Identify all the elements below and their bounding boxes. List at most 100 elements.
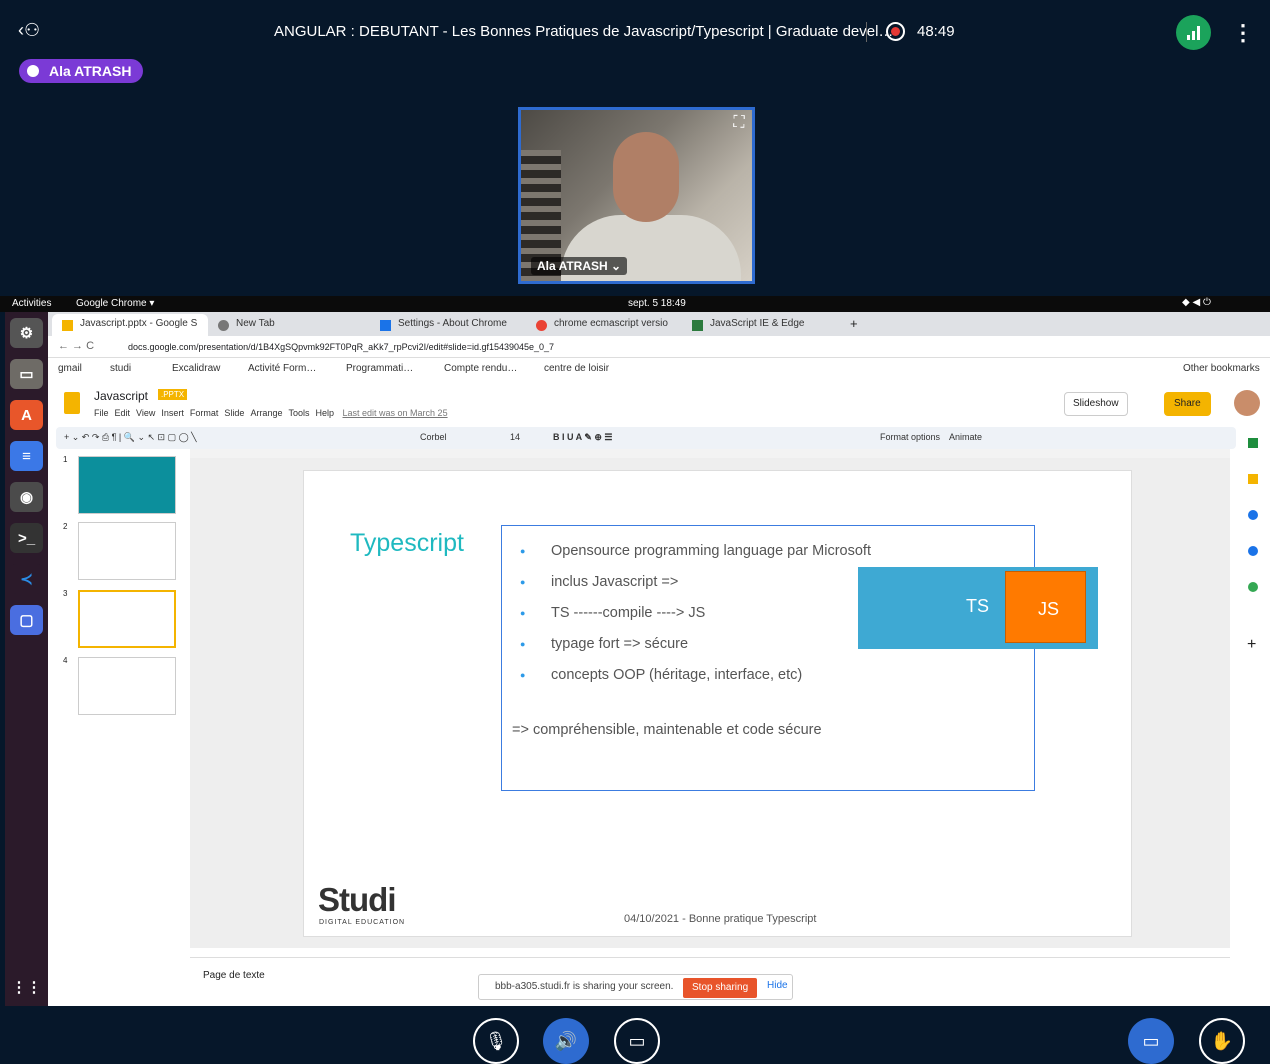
software-icon[interactable]: A: [10, 400, 43, 430]
raise-hand-button[interactable]: ✋: [1199, 1018, 1245, 1064]
contacts-icon[interactable]: [1248, 546, 1258, 556]
bookmark-activite[interactable]: Activité Form…: [248, 363, 316, 374]
mute-mic-button[interactable]: 🎙: [473, 1018, 519, 1064]
connection-status-icon[interactable]: [1176, 15, 1211, 50]
hide-button[interactable]: Hide: [767, 980, 788, 991]
menu-help[interactable]: Help: [315, 408, 334, 418]
bullet-textbox[interactable]: Opensource programming language par Micr…: [501, 525, 1035, 791]
thumb-number: 1: [63, 455, 68, 464]
keep-icon[interactable]: [1248, 474, 1258, 484]
settings-icon[interactable]: ⚙: [10, 318, 43, 348]
studi-tagline: DIGITAL EDUCATION: [319, 919, 406, 926]
divider: [866, 22, 867, 42]
doc-title[interactable]: Javascript: [94, 389, 148, 403]
system-tray-icon[interactable]: ◆ ◀ ⏻: [1182, 297, 1211, 308]
vscode-icon[interactable]: ≺: [10, 564, 43, 594]
recording-icon[interactable]: [886, 22, 905, 41]
new-tab-icon[interactable]: +: [850, 316, 858, 331]
studi-logo: Studi: [318, 881, 396, 918]
slides-logo-icon[interactable]: [64, 392, 80, 414]
maps-icon[interactable]: [1248, 582, 1258, 592]
ts-diagram[interactable]: TS JS: [858, 567, 1098, 649]
docs-icon[interactable]: ≡: [10, 441, 43, 471]
slide-title[interactable]: Typescript: [350, 529, 464, 558]
tab-new[interactable]: New Tab: [208, 314, 370, 336]
js-label: JS: [1038, 599, 1060, 619]
menu-tools[interactable]: Tools: [288, 408, 309, 418]
ubuntu-top-bar: Activities Google Chrome ▾ sept. 5 18:49…: [0, 296, 1270, 312]
chrome-icon[interactable]: ◉: [10, 482, 43, 512]
screenshot-icon[interactable]: ▢: [10, 605, 43, 635]
slide-thumbnails: 1 2 3 4: [48, 452, 190, 977]
url-field[interactable]: docs.google.com/presentation/d/1B4XgSQpv…: [128, 342, 554, 352]
menu-format[interactable]: Format: [190, 408, 219, 418]
tab-js-edge[interactable]: JavaScript IE & Edge: [682, 314, 838, 336]
current-slide[interactable]: Typescript Opensource programming langua…: [303, 470, 1132, 937]
tab-strip: Javascript.pptx - Google S New Tab Setti…: [48, 312, 1270, 336]
bookmark-studi[interactable]: studi: [110, 363, 131, 374]
last-edit-link[interactable]: Last edit was on March 25: [343, 408, 448, 418]
pptx-badge: .PPTX: [158, 389, 188, 400]
tab-settings[interactable]: Settings - About Chrome: [370, 314, 526, 336]
stop-sharing-button[interactable]: Stop sharing: [683, 978, 758, 998]
bookmark-centre-loisir[interactable]: centre de loisir: [544, 363, 609, 374]
person-head: [613, 132, 679, 222]
files-icon[interactable]: ▭: [10, 359, 43, 389]
terminal-icon[interactable]: >_: [10, 523, 43, 553]
js-box[interactable]: JS: [1005, 571, 1086, 643]
app-grid-icon[interactable]: ⋮⋮: [10, 972, 43, 1002]
clock[interactable]: sept. 5 18:49: [628, 298, 686, 309]
mic-icon: [27, 65, 39, 77]
menu-file[interactable]: File: [94, 408, 109, 418]
tab-javascript[interactable]: Javascript.pptx - Google S: [52, 314, 208, 336]
thumb-slide-2[interactable]: [78, 522, 176, 580]
bullet-item: Opensource programming language par Micr…: [517, 536, 871, 567]
ruler: [190, 449, 1230, 458]
meeting-title: ANGULAR : DEBUTANT - Les Bonnes Pratique…: [274, 23, 894, 40]
screen-share-notice: bbb-a305.studi.fr is sharing your screen…: [478, 974, 793, 1000]
bookmark-compte-rendu[interactable]: Compte rendu…: [444, 363, 517, 374]
thumb-slide-4[interactable]: [78, 657, 176, 715]
slideshow-button[interactable]: Slideshow: [1064, 392, 1128, 416]
app-menu[interactable]: Google Chrome ▾: [76, 298, 154, 309]
user-list-icon[interactable]: ‹⚇: [18, 20, 40, 41]
menu-view[interactable]: View: [136, 408, 155, 418]
webcam-user-label[interactable]: Ala ATRASH ⌄: [531, 257, 628, 275]
tab-search[interactable]: chrome ecmascript versio: [526, 314, 682, 336]
options-menu-icon[interactable]: ⋮: [1232, 20, 1254, 46]
avatar[interactable]: [1234, 390, 1260, 416]
add-addon-icon[interactable]: +: [1247, 636, 1256, 654]
menu-edit[interactable]: Edit: [115, 408, 131, 418]
format-buttons-icon[interactable]: B I U A ✎ ⊕ ☰: [553, 432, 612, 443]
chrome-window: Javascript.pptx - Google S New Tab Setti…: [48, 312, 1270, 1006]
webcam-video[interactable]: ⛶ Ala ATRASH ⌄: [518, 107, 755, 284]
bookmark-programmation[interactable]: Programmati…: [346, 363, 413, 374]
share-button[interactable]: Share: [1164, 392, 1211, 416]
audio-button[interactable]: 🔊: [543, 1018, 589, 1064]
thumb-slide-3[interactable]: [78, 590, 176, 648]
address-bar: ← → C docs.google.com/presentation/d/1B4…: [48, 336, 1270, 358]
menu-slide[interactable]: Slide: [224, 408, 244, 418]
screen-share-button[interactable]: ▭: [1128, 1018, 1174, 1064]
toolbar-tools-icon[interactable]: + ⌄ ↶ ↷ ⎙ ¶ | 🔍 ⌄ ↖ ⊡ ▢ ◯ ╲: [64, 432, 197, 443]
side-panel: +: [1236, 426, 1270, 1006]
tasks-icon[interactable]: [1248, 510, 1258, 520]
font-select[interactable]: Corbel: [420, 432, 447, 442]
font-size[interactable]: 14: [510, 432, 520, 442]
animate-button[interactable]: Animate: [949, 432, 982, 442]
calendar-icon[interactable]: [1248, 438, 1258, 448]
thumb-number: 4: [63, 656, 68, 665]
bookmark-other[interactable]: Other bookmarks: [1183, 363, 1260, 374]
bookmark-gmail[interactable]: gmail: [58, 363, 82, 374]
bookmark-excalidraw[interactable]: Excalidraw: [172, 363, 220, 374]
thumb-slide-1[interactable]: [78, 456, 176, 514]
format-options-button[interactable]: Format options: [880, 432, 940, 442]
menu-insert[interactable]: Insert: [161, 408, 184, 418]
nav-arrows-icon[interactable]: ← → C: [58, 340, 94, 352]
menu-arrange[interactable]: Arrange: [250, 408, 282, 418]
thumb-number: 3: [63, 589, 68, 598]
webcam-toggle-button[interactable]: ▭: [614, 1018, 660, 1064]
bullet-item: inclus Javascript =>: [517, 567, 871, 598]
activities-button[interactable]: Activities: [12, 298, 51, 309]
fullscreen-icon[interactable]: ⛶: [730, 114, 748, 132]
